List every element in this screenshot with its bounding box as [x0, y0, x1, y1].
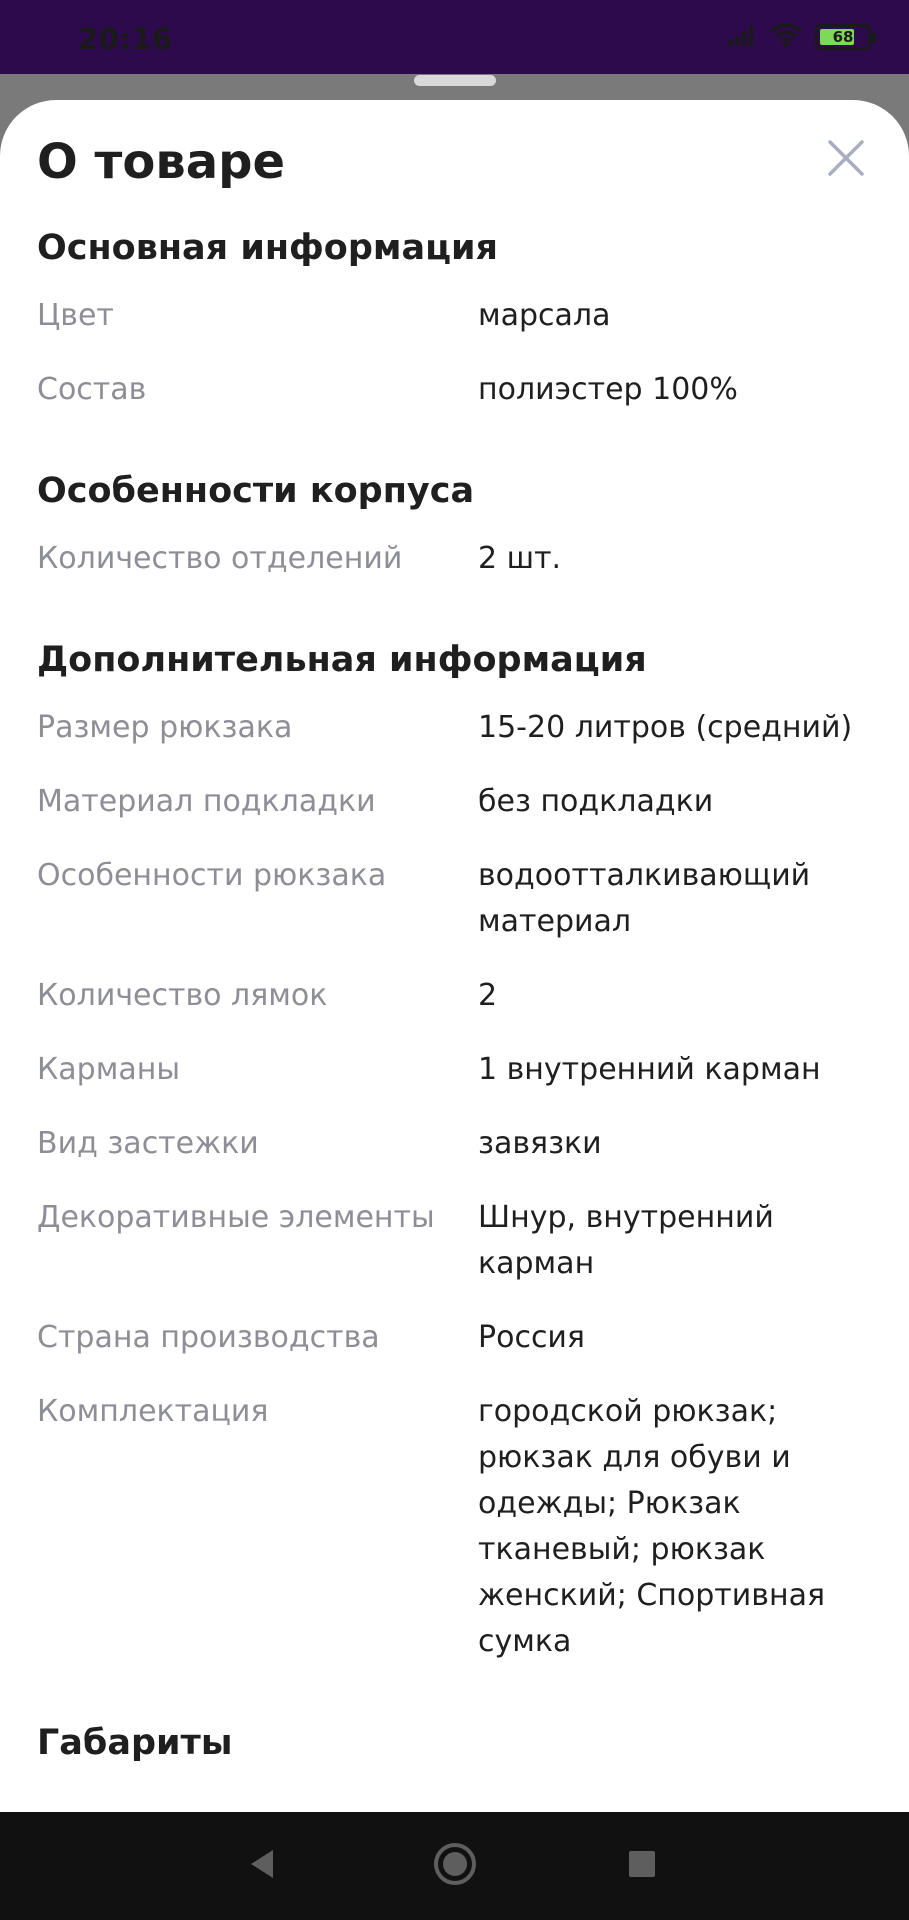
spec-label: Состав: [37, 372, 147, 407]
spec-value: марсала: [478, 298, 611, 333]
spec-label: Карманы: [37, 1052, 181, 1087]
spec-value: без подкладки: [478, 784, 714, 819]
spec-row: Количество лямок 2: [37, 966, 877, 1040]
section-heading: Основная информация: [37, 228, 499, 268]
spec-row: Особенности рюкзака водоотталкивающий мат…: [37, 846, 877, 966]
spec-value: завязки: [478, 1126, 602, 1161]
spec-label: Количество отделений: [37, 541, 403, 576]
back-button[interactable]: [234, 1838, 290, 1894]
nav-bar: [0, 1812, 909, 1920]
spec-label: Вид застежки: [37, 1126, 259, 1161]
sheet-drag-handle[interactable]: [414, 75, 496, 86]
section-heading: Дополнительная информация: [37, 640, 647, 680]
spec-row: Количество отделений 2 шт.: [37, 529, 877, 603]
spec-label: Размер рюкзака: [37, 710, 293, 745]
spec-row: Карманы 1 внутренний карман: [37, 1040, 877, 1114]
spec-row: Декоративные элементы Шнур, внутренний ка…: [37, 1188, 877, 1308]
home-button[interactable]: [427, 1838, 483, 1894]
status-icons: 68: [727, 22, 876, 52]
sheet-title: О товаре: [37, 134, 285, 190]
spec-row: Материал подкладки без подкладки: [37, 772, 877, 846]
close-button[interactable]: [818, 130, 874, 186]
battery-icon: 68: [815, 24, 876, 50]
spec-list: Количество отделений 2 шт.: [37, 529, 877, 603]
spec-row: Вид застежки завязки: [37, 1114, 877, 1188]
spec-row: Страна производства Россия: [37, 1308, 877, 1382]
spec-label: Страна производства: [37, 1320, 380, 1355]
battery-percent: 68: [832, 28, 854, 46]
spec-value: Россия: [478, 1320, 585, 1355]
recents-icon: [627, 1849, 657, 1883]
spec-label: Особенности рюкзака: [37, 858, 387, 893]
spec-row: Размер рюкзака 15-20 литров (средний): [37, 698, 877, 772]
spec-value: 15-20 литров (средний): [478, 710, 853, 745]
close-icon: [818, 140, 874, 190]
section-heading: Габариты: [37, 1723, 233, 1763]
spec-value: Шнур, внутренний карман: [478, 1200, 774, 1281]
spec-value: городской рюкзак; рюкзак для обуви и оде…: [478, 1394, 826, 1659]
wifi-icon: [769, 22, 803, 52]
signal-icon: [727, 22, 757, 52]
home-icon: [433, 1842, 477, 1890]
spec-row: Состав полиэстер 100%: [37, 360, 877, 434]
spec-list: Цвет марсала Состав полиэстер 100%: [37, 286, 877, 434]
spec-label: Цвет: [37, 298, 114, 333]
spec-label: Декоративные элементы: [37, 1200, 435, 1235]
status-bar: 20:16 68: [0, 0, 909, 74]
section-heading: Особенности корпуса: [37, 471, 475, 511]
spec-label: Количество лямок: [37, 978, 328, 1013]
spec-row: Цвет марсала: [37, 286, 877, 360]
spec-value: водоотталкивающий материал: [478, 858, 811, 939]
spec-value: 2 шт.: [478, 541, 562, 576]
product-info-sheet: О товаре Основная информация Цвет марсала С…: [0, 100, 909, 1812]
spec-row: Комплектация городской рюкзак; рюкзак для…: [37, 1382, 877, 1686]
spec-value: полиэстер 100%: [478, 372, 738, 407]
spec-content: Основная информация Цвет марсала Состав поли…: [37, 226, 877, 1781]
spec-label: Комплектация: [37, 1394, 269, 1429]
back-icon: [247, 1848, 277, 1884]
spec-label: Материал подкладки: [37, 784, 376, 819]
status-time: 20:16: [78, 22, 173, 56]
spec-list: Размер рюкзака 15-20 литров (средний) Мате…: [37, 698, 877, 1686]
spec-value: 1 внутренний карман: [478, 1052, 821, 1087]
spec-value: 2: [478, 978, 498, 1013]
recents-button[interactable]: [614, 1838, 670, 1894]
